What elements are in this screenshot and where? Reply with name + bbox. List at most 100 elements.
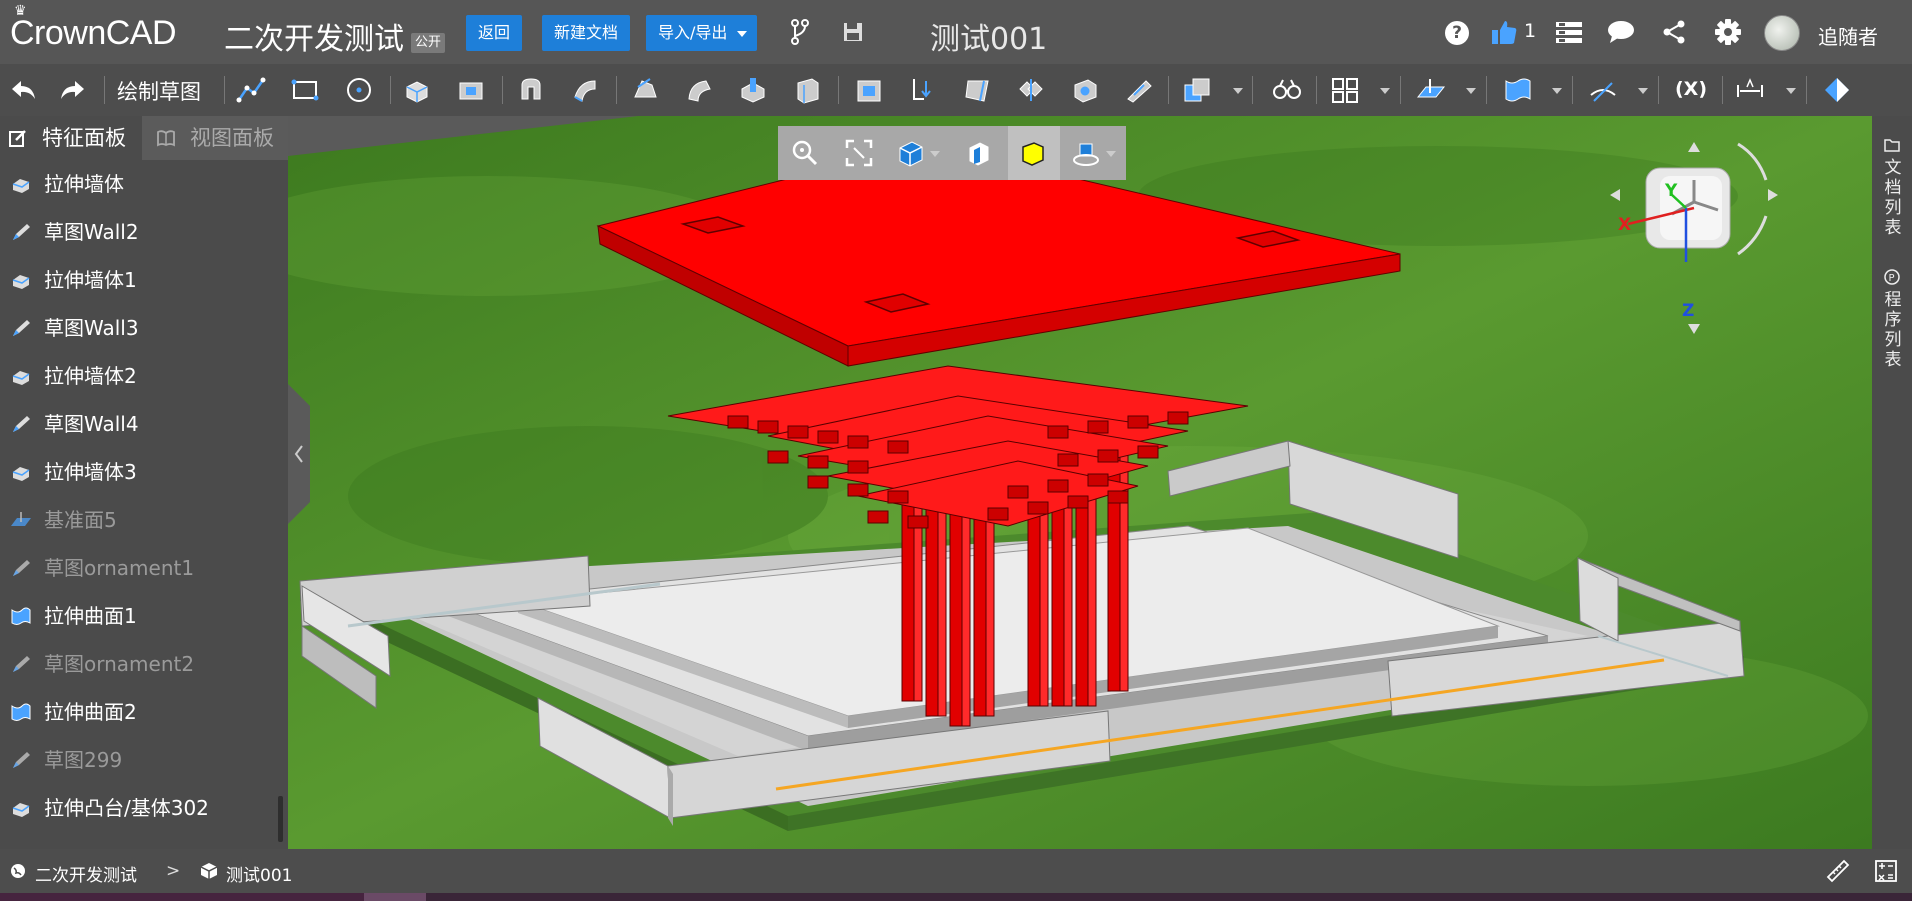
feature-item[interactable]: 草图ornament1 bbox=[0, 544, 282, 592]
loft-icon[interactable] bbox=[630, 75, 660, 105]
username[interactable]: 追随者 bbox=[1818, 21, 1878, 50]
parametric-variables-button[interactable]: (X) bbox=[1675, 78, 1707, 100]
feature-label: 拉伸凸台/基体302 bbox=[44, 796, 209, 820]
svg-text:P: P bbox=[1889, 273, 1895, 284]
toolbar-separator bbox=[1316, 76, 1317, 104]
panel-scrollbar[interactable] bbox=[278, 796, 283, 842]
feature-toolbar: 绘制草图 (X) bbox=[0, 64, 1912, 116]
redo-icon[interactable] bbox=[58, 75, 88, 105]
toolbar-separator bbox=[1658, 76, 1659, 104]
feature-item[interactable]: 拉伸曲面1 bbox=[0, 592, 282, 640]
import-export-button[interactable]: 导入/导出 bbox=[646, 15, 758, 51]
feature-item[interactable]: 草图ornament2 bbox=[0, 640, 282, 688]
feature-item[interactable]: 草图299 bbox=[0, 736, 282, 784]
lofted-cut-icon[interactable] bbox=[738, 75, 768, 105]
caret-down-icon[interactable] bbox=[1786, 88, 1796, 94]
feature-item[interactable]: 拉伸凸台/基体302 bbox=[0, 784, 282, 832]
caret-down-icon[interactable] bbox=[1233, 88, 1243, 94]
settings-gear-icon[interactable] bbox=[1713, 17, 1743, 47]
section-view-icon[interactable] bbox=[964, 138, 994, 168]
new-document-button[interactable]: 新建文档 bbox=[542, 15, 631, 51]
edit-icon bbox=[9, 130, 26, 147]
version-list-icon[interactable] bbox=[1555, 20, 1583, 44]
feature-item[interactable]: 草图Wall4 bbox=[0, 400, 282, 448]
app-logo[interactable]: ♛ CrownCAD bbox=[10, 2, 177, 53]
sweep-icon[interactable] bbox=[570, 75, 600, 105]
program-list-tab[interactable]: 程序列表 bbox=[1881, 290, 1905, 370]
boolean-icon[interactable] bbox=[1182, 75, 1212, 105]
caret-down-icon[interactable] bbox=[1106, 151, 1116, 157]
extrude-cut-icon[interactable] bbox=[456, 75, 486, 105]
split-icon[interactable] bbox=[1016, 75, 1046, 105]
caret-down-icon[interactable] bbox=[1638, 88, 1648, 94]
measure-icon[interactable] bbox=[1272, 75, 1302, 105]
ruler-icon[interactable] bbox=[1826, 859, 1850, 883]
zoom-to-fit-icon[interactable] bbox=[844, 138, 874, 168]
extrude-boss-icon[interactable] bbox=[402, 75, 432, 105]
dimension-icon[interactable] bbox=[1735, 75, 1765, 105]
back-button[interactable]: 返回 bbox=[466, 15, 523, 51]
polyline-icon[interactable] bbox=[236, 75, 266, 105]
axis-z-label: Z bbox=[1682, 301, 1694, 321]
feature-item[interactable]: 基准面5 bbox=[0, 496, 282, 544]
feature-item[interactable]: 草图Wall2 bbox=[0, 208, 282, 256]
document-list-tab[interactable]: 文档列表 bbox=[1881, 158, 1905, 238]
rectangle-icon[interactable] bbox=[290, 75, 320, 105]
layout-grid-icon[interactable] bbox=[1330, 75, 1360, 105]
circle-icon[interactable] bbox=[344, 75, 374, 105]
tab-view-panel[interactable]: 视图面板 bbox=[142, 116, 288, 160]
draw-sketch-button[interactable]: 绘制草图 bbox=[117, 76, 201, 106]
folder-icon[interactable] bbox=[1883, 136, 1901, 154]
taskbar-strip bbox=[0, 893, 1912, 901]
shaded-display-icon[interactable] bbox=[1018, 138, 1048, 168]
save-icon[interactable] bbox=[843, 22, 863, 42]
feature-item[interactable]: 拉伸墙体2 bbox=[0, 352, 282, 400]
caret-down-icon[interactable] bbox=[930, 151, 940, 157]
draft-icon[interactable] bbox=[962, 75, 992, 105]
collapse-panel-handle[interactable] bbox=[288, 384, 316, 524]
revolve-icon[interactable] bbox=[516, 75, 546, 105]
feature-item[interactable]: 拉伸墙体3 bbox=[0, 448, 282, 496]
zoom-icon[interactable] bbox=[790, 138, 820, 168]
tab-feature-panel[interactable]: 特征面板 bbox=[0, 116, 140, 160]
thumbs-up-icon[interactable] bbox=[1490, 18, 1518, 46]
sweep-cut-icon[interactable] bbox=[684, 75, 714, 105]
appearance-icon[interactable] bbox=[1822, 75, 1852, 105]
status-bar: 二次开发测试 > 测试001 bbox=[0, 849, 1912, 893]
hole-icon[interactable] bbox=[1070, 75, 1100, 105]
branch-icon[interactable] bbox=[790, 18, 810, 46]
program-icon[interactable]: P bbox=[1883, 268, 1901, 286]
share-icon[interactable] bbox=[1662, 20, 1686, 44]
feature-item[interactable]: 草图Wall3 bbox=[0, 304, 282, 352]
model-canvas[interactable]: X Y Z bbox=[288, 116, 1872, 849]
fillet-icon[interactable] bbox=[854, 75, 884, 105]
help-icon[interactable]: ? bbox=[1445, 21, 1469, 45]
datum-plane-icon[interactable] bbox=[1416, 75, 1446, 105]
document-title: 测试001 bbox=[930, 22, 1048, 57]
chamfer-icon[interactable] bbox=[908, 75, 938, 105]
feature-item[interactable]: 拉伸曲面2 bbox=[0, 688, 282, 736]
shell-icon[interactable] bbox=[792, 75, 822, 105]
render-mode-icon[interactable] bbox=[1072, 138, 1102, 168]
taskbar-segment bbox=[0, 893, 366, 901]
globe-icon bbox=[11, 864, 25, 878]
caret-down-icon[interactable] bbox=[1552, 88, 1562, 94]
user-avatar[interactable] bbox=[1764, 15, 1800, 51]
calculator-icon[interactable] bbox=[1874, 859, 1898, 883]
surface-icon[interactable] bbox=[1502, 75, 1532, 105]
undo-icon[interactable] bbox=[8, 75, 38, 105]
reference-axis-icon[interactable] bbox=[1588, 75, 1618, 105]
comment-icon[interactable] bbox=[1607, 20, 1635, 44]
feature-item[interactable]: 拉伸墙体1 bbox=[0, 256, 282, 304]
standard-view-icon[interactable] bbox=[896, 138, 926, 168]
caret-down-icon[interactable] bbox=[1466, 88, 1476, 94]
3d-viewport[interactable]: X Y Z bbox=[288, 116, 1872, 849]
feature-item[interactable]: 拉伸墙体 bbox=[0, 160, 282, 208]
rib-icon[interactable] bbox=[1124, 75, 1154, 105]
feature-label: 拉伸墙体3 bbox=[44, 460, 137, 484]
caret-down-icon[interactable] bbox=[1380, 88, 1390, 94]
feature-label: 草图ornament2 bbox=[44, 652, 195, 676]
breadcrumb-document[interactable]: 测试001 bbox=[226, 861, 292, 886]
sketch-icon bbox=[13, 560, 30, 576]
breadcrumb-group[interactable]: 二次开发测试 bbox=[35, 861, 137, 886]
